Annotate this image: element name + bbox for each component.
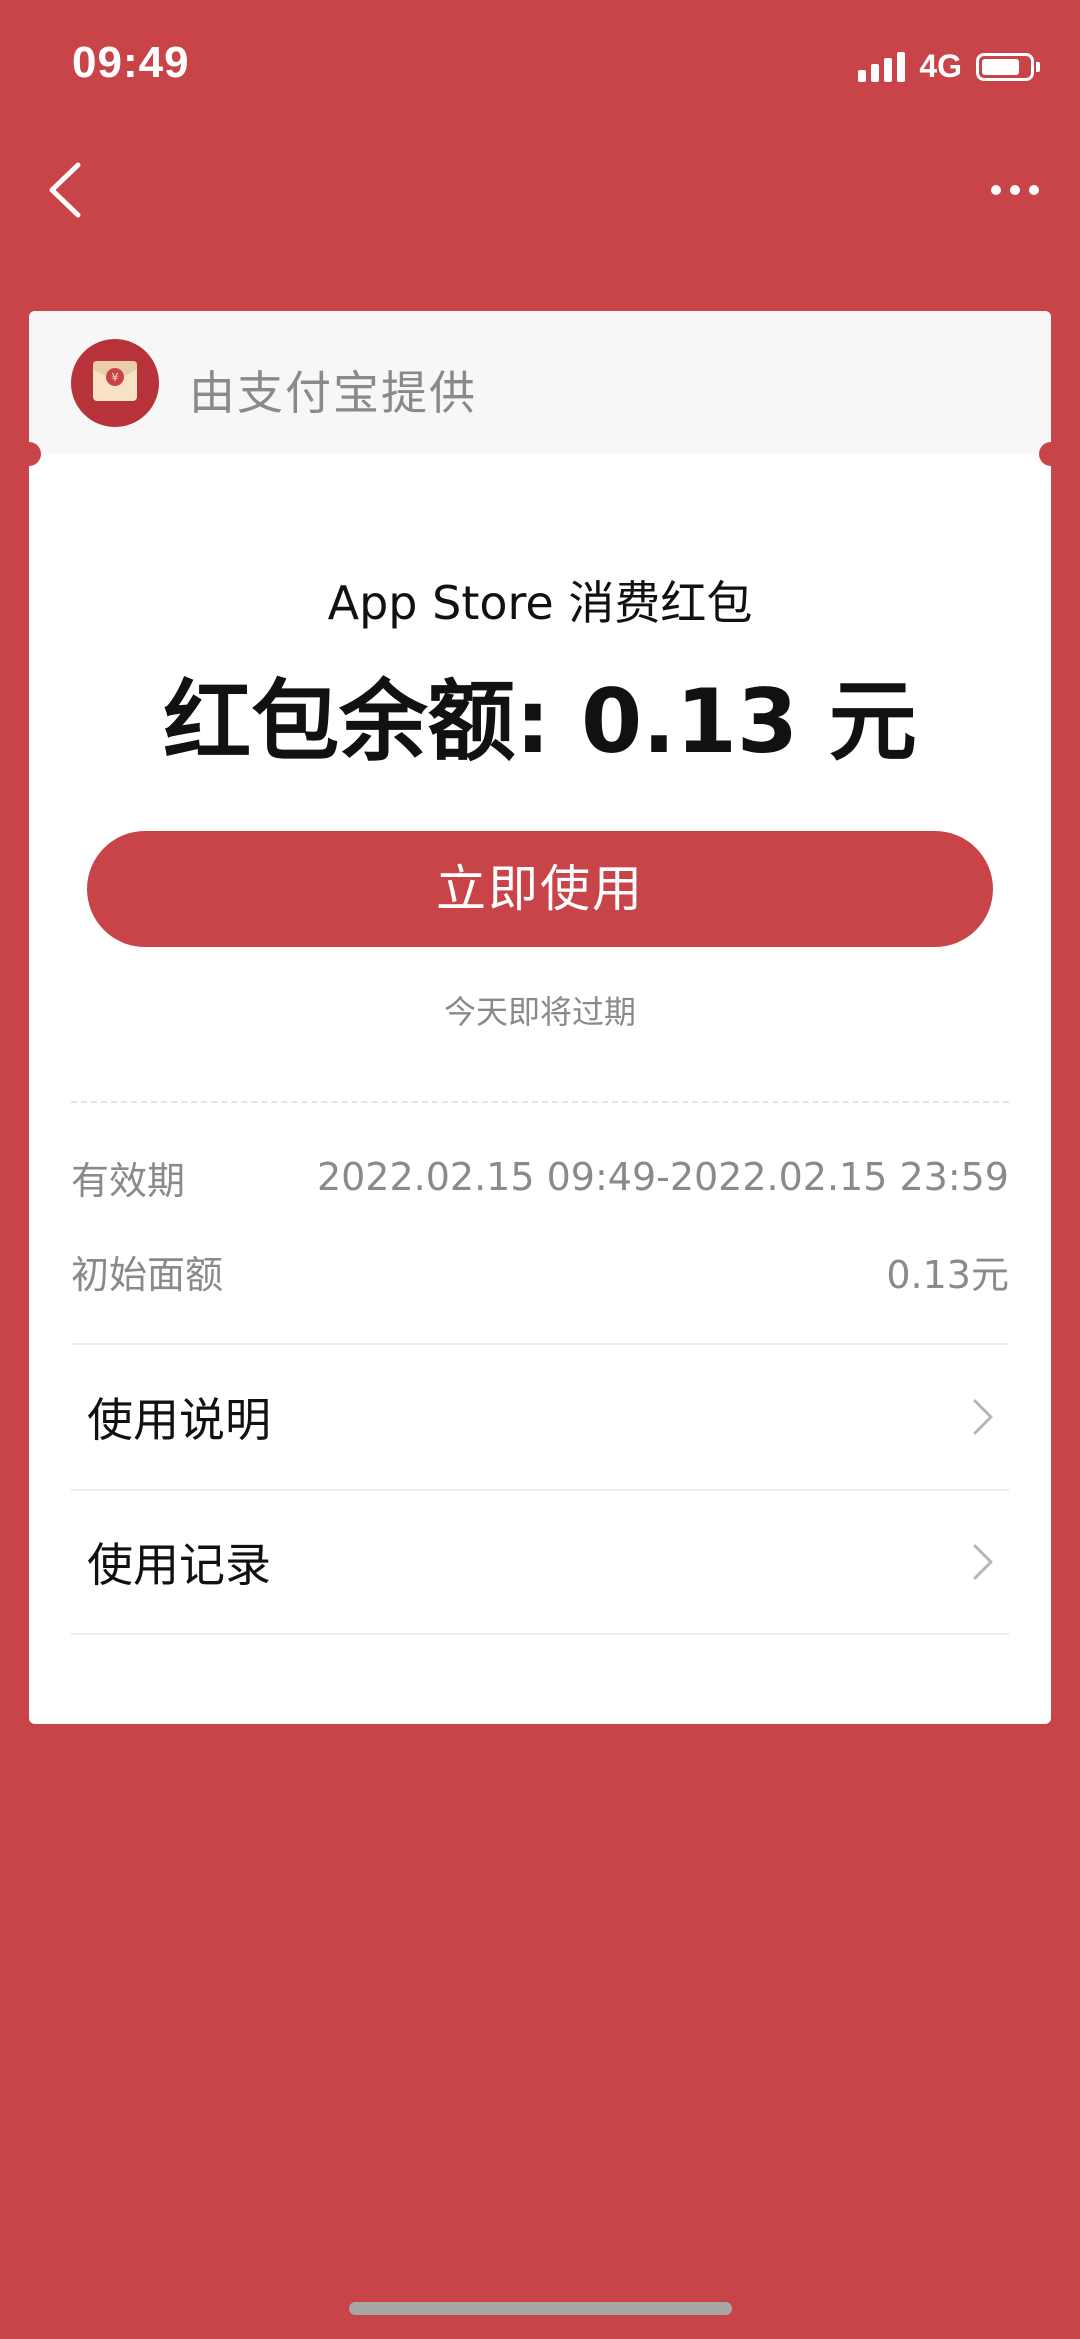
chevron-left-icon bbox=[49, 162, 81, 218]
chevron-right-icon bbox=[973, 1399, 993, 1435]
signal-icon bbox=[858, 51, 906, 82]
card-header: ¥ 由支付宝提供 bbox=[29, 311, 1051, 454]
expire-note: 今天即将过期 bbox=[443, 993, 636, 1031]
home-indicator[interactable] bbox=[349, 2302, 732, 2315]
more-dots-icon bbox=[991, 185, 1039, 195]
status-indicators: 4G bbox=[858, 48, 1040, 85]
battery-icon bbox=[976, 52, 1040, 81]
usage-records-label: 使用记录 bbox=[87, 1538, 271, 1592]
validity-row: 有效期 2022.02.15 09:49-2022.02.15 23:59 bbox=[71, 1147, 1009, 1207]
more-button[interactable] bbox=[980, 160, 1050, 220]
dashed-divider bbox=[71, 1101, 1009, 1103]
battery-level-fill bbox=[982, 58, 1019, 75]
validity-label: 有效期 bbox=[71, 1158, 186, 1203]
initial-amount-value: 0.13元 bbox=[886, 1252, 1009, 1297]
usage-instructions-item[interactable]: 使用说明 bbox=[71, 1343, 1009, 1489]
red-envelope-icon: ¥ bbox=[71, 339, 159, 427]
back-button[interactable] bbox=[40, 155, 100, 225]
coupon-card: ¥ 由支付宝提供 App Store 消费红包 红包余额: 0.13 元 立即使… bbox=[29, 311, 1051, 1724]
usage-instructions-label: 使用说明 bbox=[87, 1393, 271, 1447]
status-bar: 09:49 4G bbox=[0, 0, 1080, 130]
coupon-name: App Store 消费红包 bbox=[327, 576, 753, 630]
svg-text:¥: ¥ bbox=[112, 371, 119, 384]
usage-records-item[interactable]: 使用记录 bbox=[71, 1489, 1009, 1635]
status-time: 09:49 bbox=[72, 38, 190, 87]
use-now-button[interactable]: 立即使用 bbox=[87, 831, 993, 947]
network-label: 4G bbox=[919, 48, 962, 84]
initial-amount-row: 初始面额 0.13元 bbox=[71, 1241, 1009, 1301]
provider-text: 由支付宝提供 bbox=[189, 366, 477, 420]
chevron-right-icon bbox=[973, 1544, 993, 1580]
card-notch-right bbox=[1039, 442, 1051, 466]
balance-amount: 红包余额: 0.13 元 bbox=[163, 670, 917, 773]
validity-value: 2022.02.15 09:49-2022.02.15 23:59 bbox=[316, 1155, 1009, 1199]
initial-amount-label: 初始面额 bbox=[71, 1252, 224, 1297]
